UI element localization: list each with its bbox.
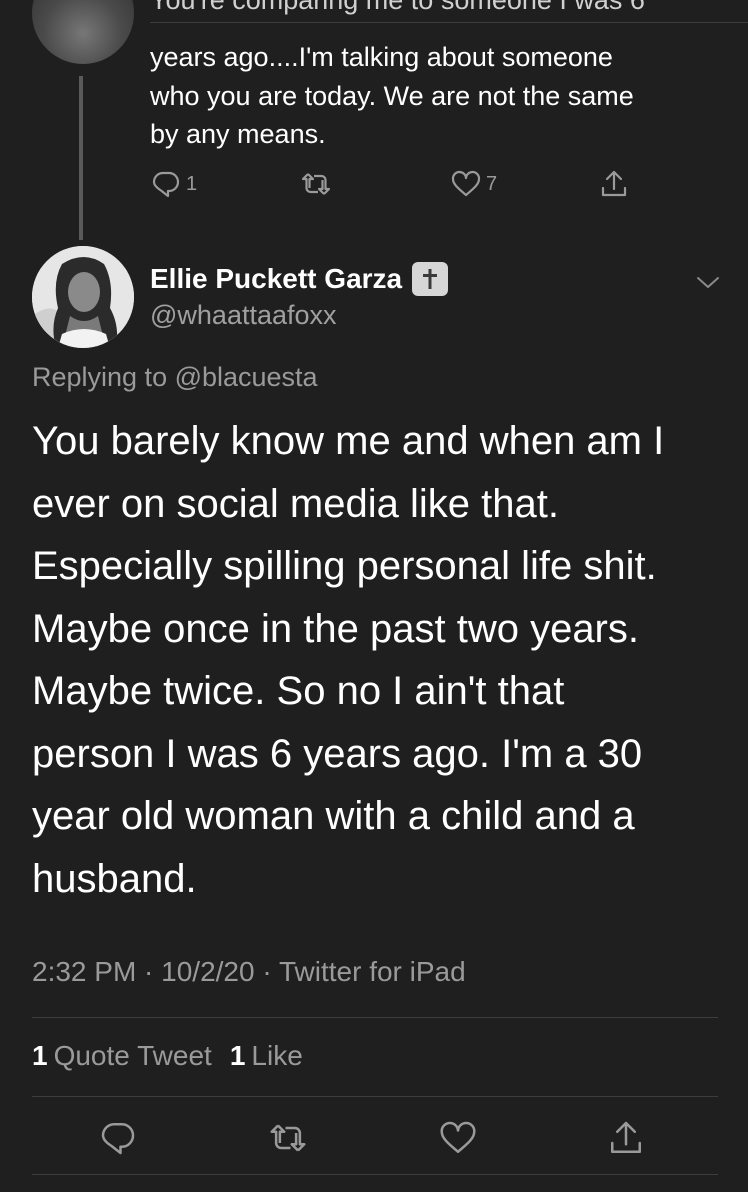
profile-photo xyxy=(32,246,134,348)
like-icon xyxy=(451,170,481,197)
previous-like-count: 7 xyxy=(486,172,498,195)
quote-label: Quote Tweet xyxy=(53,1040,212,1071)
like-count: 1 xyxy=(229,1040,246,1071)
tweet-actions xyxy=(0,1118,748,1162)
tweet-line: husband. xyxy=(32,856,197,901)
previous-like-button[interactable]: 7 xyxy=(450,168,497,200)
share-icon[interactable] xyxy=(606,1118,646,1158)
previous-reply-button[interactable]: 1 xyxy=(150,168,197,200)
divider xyxy=(32,1017,718,1018)
reply-icon[interactable] xyxy=(98,1118,138,1158)
quote-tweet-stat[interactable]: 1 Quote Tweet xyxy=(32,1040,212,1072)
previous-tweet-line: years ago....I'm talking about someone xyxy=(150,42,613,72)
previous-tweet-text: You're comparing me to someone I was 6 y… xyxy=(150,0,730,154)
previous-reply-count: 1 xyxy=(186,172,198,195)
like-stat[interactable]: 1 Like xyxy=(230,1040,303,1072)
tweet-timestamp: 2:32 PM · 10/2/20 · Twitter for iPad xyxy=(32,956,466,987)
author-name-row: Ellie Puckett Garza xyxy=(150,262,449,296)
author-avatar[interactable] xyxy=(32,246,134,348)
tweet-stats: 1 Quote Tweet 1 Like xyxy=(32,1040,321,1072)
tweet-line: ever on social media like that. xyxy=(32,481,559,526)
divider xyxy=(32,1096,718,1097)
reply-icon xyxy=(152,171,180,198)
previous-avatar[interactable] xyxy=(32,0,134,64)
tweet-line: Especially spilling personal life shit. xyxy=(32,544,657,588)
cross-icon xyxy=(423,269,438,289)
tweet-line: person I was 6 years ago. I'm a 30 xyxy=(32,731,643,776)
like-label: Like xyxy=(251,1040,303,1071)
thread-line xyxy=(79,76,83,240)
author-name[interactable]: Ellie Puckett Garza xyxy=(150,263,402,295)
divider xyxy=(32,1174,718,1175)
like-icon[interactable] xyxy=(438,1118,478,1158)
tweet-line: You barely know me and when am I xyxy=(32,419,665,463)
previous-share-button[interactable] xyxy=(598,168,630,200)
tweet-line: Maybe twice. So no I ain't that xyxy=(32,669,565,713)
quote-count: 1 xyxy=(32,1040,48,1071)
chevron-down-icon[interactable] xyxy=(694,268,722,296)
retweet-icon xyxy=(301,173,331,195)
replying-to[interactable]: Replying to @blacuesta xyxy=(32,362,318,393)
share-icon xyxy=(601,170,627,197)
previous-tweet-cut-line: You're comparing me to someone I was 6 xyxy=(150,0,645,15)
previous-tweet-line: who you are today. We are not the same xyxy=(150,80,634,111)
tweet-text: You barely know me and when am I ever on… xyxy=(32,410,722,910)
previous-tweet-actions: 1 7 xyxy=(0,168,748,204)
author-handle[interactable]: @whaattaafoxx xyxy=(150,300,337,331)
cross-badge xyxy=(412,262,449,296)
previous-tweet-line: by any means. xyxy=(150,119,326,149)
retweet-icon[interactable] xyxy=(268,1118,308,1158)
tweet-line: year old woman with a child and a xyxy=(32,794,635,838)
previous-retweet-button[interactable] xyxy=(300,168,332,200)
tweet-line: Maybe once in the past two years. xyxy=(32,606,639,651)
